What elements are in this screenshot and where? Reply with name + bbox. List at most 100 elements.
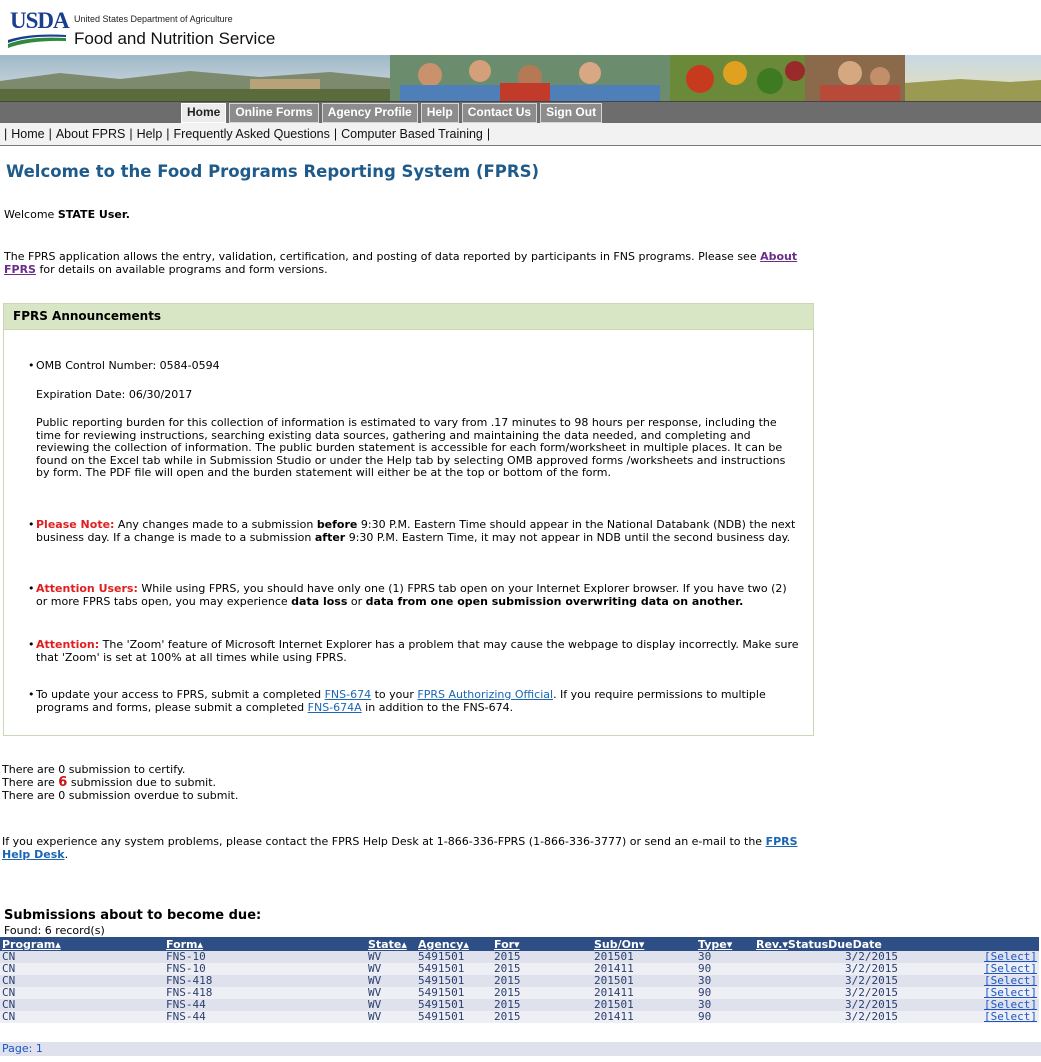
count-due-suffix: submission due to submit. bbox=[67, 776, 217, 789]
intro-text-2: for details on available programs and fo… bbox=[35, 263, 328, 276]
cell-select: [Select] bbox=[900, 1011, 1039, 1023]
cell-due-date: 3/2/2015 bbox=[754, 1011, 900, 1023]
note-before: before bbox=[316, 518, 358, 531]
main-nav: Home Online Forms Agency Profile Help Co… bbox=[0, 101, 1041, 124]
col-rev-status-due-date[interactable]: Rev.▾StatusDueDate bbox=[754, 937, 900, 951]
count-due-prefix: There are bbox=[2, 776, 59, 789]
col-select bbox=[900, 937, 1039, 951]
bullet: • bbox=[28, 582, 35, 595]
note-after: after bbox=[314, 530, 346, 544]
bullet: • bbox=[28, 688, 35, 701]
submissions-table: Program▴ Form▴ State▴ Agency▴ For▾ Sub/O… bbox=[0, 937, 1039, 1023]
submissions-title: Submissions about to become due: bbox=[4, 908, 262, 923]
access-text-b: to your bbox=[371, 688, 418, 701]
cell-program: CN bbox=[0, 963, 164, 975]
tab-sign-out[interactable]: Sign Out bbox=[540, 103, 603, 123]
cell-program: CN bbox=[0, 1011, 164, 1023]
cell-program: CN bbox=[0, 999, 164, 1011]
bullet: • bbox=[28, 359, 35, 372]
count-due-number: 6 bbox=[58, 775, 68, 790]
users-text-c: or bbox=[347, 594, 366, 608]
attention-users-label: Attention Users: bbox=[36, 582, 138, 595]
welcome-user: STATE User. bbox=[57, 208, 130, 221]
table-row: CN FNS-44 WV 5491501 2015 201411 90 3/2/2015 [Se… bbox=[0, 1011, 1039, 1023]
cell-for: 2015 bbox=[492, 1011, 592, 1023]
cell-type: 90 bbox=[696, 1011, 754, 1023]
agency-name: Food and Nutrition Service bbox=[74, 29, 276, 48]
records-found: Found: 6 record(s) bbox=[4, 924, 105, 937]
announcement-attention-users: • Attention Users: While using FPRS, you… bbox=[28, 582, 801, 608]
sub-nav: | Home | About FPRS | Help | Frequently Asked Q… bbox=[0, 123, 1041, 146]
separator: | bbox=[4, 127, 8, 141]
separator: | bbox=[166, 127, 170, 141]
announcement-access: • To update your access to FPRS, submit … bbox=[28, 688, 801, 714]
count-overdue: There are 0 submission overdue to submit… bbox=[2, 789, 239, 802]
cell-sub-on: 201411 bbox=[592, 1011, 696, 1023]
cell-program: CN bbox=[0, 951, 164, 963]
separator: | bbox=[486, 127, 491, 141]
burden-statement: Public reporting burden for this collect… bbox=[36, 416, 786, 479]
count-certify: There are 0 submission to certify. bbox=[2, 763, 186, 776]
expiration-date: Expiration Date: 06/30/2017 bbox=[36, 387, 193, 401]
header-banner-image bbox=[0, 55, 1041, 101]
tab-help[interactable]: Help bbox=[420, 103, 459, 123]
usda-logo[interactable]: USDA bbox=[10, 8, 70, 34]
announcement-omb: • OMB Control Number: 0584-0594 Expirati… bbox=[28, 359, 801, 480]
col-program[interactable]: Program▴ bbox=[0, 937, 164, 951]
tab-home[interactable]: Home bbox=[181, 103, 227, 123]
helpdesk-text: If you experience any system problems, p… bbox=[2, 835, 766, 848]
note-text-d: 9:30 P.M. Eastern Time, it may not appea… bbox=[345, 530, 791, 544]
attention-label: Attention: bbox=[36, 638, 100, 651]
users-data-loss: data loss bbox=[291, 594, 348, 608]
subnav-home[interactable]: Home bbox=[11, 127, 44, 141]
intro-text-1: The FPRS application allows the entry, v… bbox=[4, 250, 761, 263]
access-text-a: To update your access to FPRS, submit a … bbox=[36, 688, 325, 701]
helpdesk-message: If you experience any system problems, p… bbox=[2, 835, 812, 861]
bullet: • bbox=[28, 638, 35, 651]
tab-online-forms[interactable]: Online Forms bbox=[229, 103, 319, 123]
welcome-message: Welcome STATE User. bbox=[4, 208, 130, 221]
pagination[interactable]: Page: 1 bbox=[0, 1042, 1041, 1056]
fprs-authorizing-official-link[interactable]: FPRS Authorizing Official bbox=[417, 688, 553, 701]
zoom-text: The 'Zoom' feature of Microsoft Internet… bbox=[36, 638, 799, 664]
separator: | bbox=[333, 127, 338, 141]
note-text-a: Any changes made to a submission bbox=[114, 518, 317, 531]
users-overwriting: data from one open submission overwritin… bbox=[365, 594, 744, 608]
please-note-label: Please Note: bbox=[36, 518, 115, 531]
count-due: There are 6 submission due to submit. bbox=[2, 776, 238, 789]
bullet: • bbox=[28, 518, 35, 531]
fns-674a-link[interactable]: FNS-674A bbox=[308, 701, 362, 714]
select-link[interactable]: [Select] bbox=[984, 1010, 1037, 1023]
submission-counts: There are 0 submission to certify. There… bbox=[2, 763, 238, 802]
fns-674-link[interactable]: FNS-674 bbox=[325, 688, 372, 701]
department-name: United States Department of Agriculture bbox=[74, 14, 233, 24]
access-text-d: in addition to the FNS-674. bbox=[361, 700, 514, 714]
subnav-faq[interactable]: Frequently Asked Questions bbox=[174, 127, 330, 141]
subnav-help[interactable]: Help bbox=[137, 127, 163, 141]
welcome-prefix: Welcome bbox=[4, 208, 58, 221]
site-header: USDA United States Department of Agricul… bbox=[0, 0, 1041, 55]
cell-form: FNS-44 bbox=[164, 1011, 366, 1023]
subnav-computer-based-training[interactable]: Computer Based Training bbox=[341, 127, 483, 141]
announcement-please-note: • Please Note: Any changes made to a sub… bbox=[28, 518, 801, 544]
subnav-about-fprs[interactable]: About FPRS bbox=[56, 127, 125, 141]
cell-program: CN bbox=[0, 975, 164, 987]
intro-text: The FPRS application allows the entry, v… bbox=[4, 250, 824, 276]
tab-agency-profile[interactable]: Agency Profile bbox=[321, 103, 418, 123]
separator: | bbox=[48, 127, 52, 141]
col-for[interactable]: For▾ bbox=[492, 937, 592, 951]
usda-swoosh-icon bbox=[8, 34, 66, 48]
helpdesk-end: . bbox=[64, 848, 69, 861]
col-type[interactable]: Type▾ bbox=[696, 937, 754, 951]
announcements-title: FPRS Announcements bbox=[4, 304, 813, 330]
announcement-zoom: • Attention: The 'Zoom' feature of Micro… bbox=[28, 638, 801, 664]
col-sub-on[interactable]: Sub/On▾ bbox=[592, 937, 696, 951]
table-header-row: Program▴ Form▴ State▴ Agency▴ For▾ Sub/O… bbox=[0, 937, 1039, 951]
cell-agency: 5491501 bbox=[416, 1011, 492, 1023]
col-state[interactable]: State▴ bbox=[366, 937, 416, 951]
col-agency[interactable]: Agency▴ bbox=[416, 937, 492, 951]
cell-program: CN bbox=[0, 987, 164, 999]
col-form[interactable]: Form▴ bbox=[164, 937, 366, 951]
separator: | bbox=[129, 127, 133, 141]
tab-contact-us[interactable]: Contact Us bbox=[461, 103, 538, 123]
